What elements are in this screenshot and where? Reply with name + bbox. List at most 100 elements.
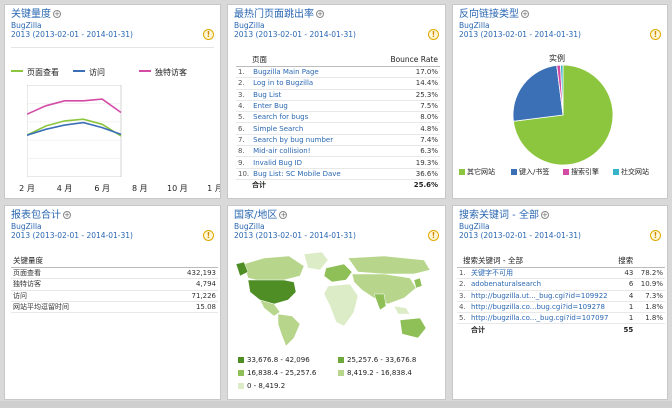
x-tick-label: 6 月 [94, 184, 111, 193]
warning-icon[interactable]: ! [203, 29, 214, 40]
table-row[interactable]: 3. http://bugzilla.ut..._bug.cgi?id=10992… [457, 290, 665, 302]
col-bounce-rate[interactable]: Bounce Rate [371, 53, 440, 67]
report-suite-label: BugZilla [11, 222, 42, 231]
keyword-link[interactable]: http://bugzilla.co...bug.cgi?id=109278 [469, 301, 614, 314]
pie-legend: 其它网站 键入/书签 搜索引擎 社交网站 [459, 167, 665, 179]
metric-label: 页面查看 [11, 267, 145, 280]
metric-label: 网站平均逗留时间 [11, 301, 145, 314]
keyword-link[interactable]: adobenaturalsearch [469, 278, 614, 291]
table-row[interactable]: 1. 关键字不可用 43 78.2% [457, 267, 665, 280]
legend-bin-1: 33,676.8 - 42,096 [238, 356, 310, 364]
warning-icon[interactable]: ! [428, 230, 439, 241]
table-row: 访问 71,226 [11, 290, 218, 302]
line-chart [27, 85, 122, 177]
add-icon[interactable]: + [540, 211, 549, 219]
col-page[interactable]: 页面 [236, 53, 372, 67]
search-percent: 1.8% [635, 301, 665, 314]
keyword-link[interactable]: http://bugzilla.co..._bug.cgi?id=107097 [469, 312, 614, 325]
warning-icon[interactable]: ! [428, 29, 439, 40]
x-tick-label: 8 月 [131, 184, 148, 193]
row-rank: 1. [457, 267, 469, 280]
date-range-label: 2013 (2013-02-01 - 2014-01-31) [11, 30, 133, 39]
table-row[interactable]: 2. Log in to Bugzilla 14.4% [236, 77, 440, 90]
warning-icon[interactable]: ! [650, 230, 661, 241]
metric-value: 71,226 [144, 290, 218, 302]
page-link[interactable]: Enter Bug [251, 100, 372, 113]
col-keyword[interactable]: 搜索关键词 - 全部 [457, 254, 614, 268]
table-row[interactable]: 4. Enter Bug 7.5% [236, 100, 440, 113]
table-row[interactable]: 10. Bug List: SC Mobile Dave 36.6% [236, 168, 440, 180]
table-row[interactable]: 8. Mid-air collision! 6.3% [236, 145, 440, 158]
keyword-link[interactable]: http://bugzilla.ut..._bug.cgi?id=109922 [469, 290, 614, 302]
add-icon[interactable]: + [53, 10, 61, 18]
search-count: 4 [613, 290, 636, 302]
col-key-metrics[interactable]: 关键量度 [11, 254, 218, 268]
total-row: 合计 25.6% [236, 179, 440, 190]
warning-icon[interactable]: ! [650, 29, 661, 40]
metric-value: 4,794 [144, 278, 218, 291]
keywords-table: 搜索关键词 - 全部 搜索 1. 关键字不可用 43 78.2% 2. adobenatu… [457, 254, 665, 335]
total-label: 合计 [252, 181, 266, 190]
page-link[interactable]: Bug List [251, 89, 372, 101]
table-row[interactable]: 5. Search for bugs 8.0% [236, 111, 440, 124]
table-row[interactable]: 5. http://bugzilla.co..._bug.cgi?id=10709… [457, 312, 665, 325]
referrer-type-widget: 反向链接类型 + BugZilla 2013 (2013-02-01 - 2014… [452, 4, 668, 199]
col-searches[interactable]: 搜索 [613, 254, 636, 268]
legend-item-social-networks: 社交网站 [613, 167, 649, 177]
total-row: 合计 55 [457, 324, 665, 335]
page-link[interactable]: Search by bug number [251, 134, 372, 147]
table-row[interactable]: 7. Search by bug number 7.4% [236, 134, 440, 147]
page-link[interactable]: Mid-air collision! [251, 145, 372, 158]
widget-header: 搜索关键词 - 全部 + BugZilla 2013 (2013-02-01 - … [459, 210, 663, 244]
report-suite-label: BugZilla [459, 21, 490, 30]
country-region-widget: 国家/地区 + BugZilla 2013 (2013-02-01 - 2014-… [227, 205, 446, 400]
page-link[interactable]: Log in to Bugzilla [251, 77, 372, 90]
warning-icon[interactable]: ! [203, 230, 214, 241]
report-suite-label: BugZilla [234, 222, 265, 231]
row-rank: 3. [457, 290, 469, 302]
totals-table: 关键量度 页面查看 432,193 独特访客 4,794 访问 71,226 网站平均逗留时… [11, 254, 218, 314]
legend-item-visits: 访问 [73, 67, 105, 78]
widget-title[interactable]: 关键量度 + [11, 9, 216, 21]
table-row[interactable]: 2. adobenaturalsearch 6 10.9% [457, 278, 665, 291]
row-rank: 9. [236, 156, 252, 169]
search-percent: 1.8% [635, 312, 665, 325]
legend-item-search-engines: 搜索引擎 [563, 167, 599, 177]
keyword-link[interactable]: 关键字不可用 [469, 267, 614, 280]
widget-title[interactable]: 反向链接类型 + [459, 9, 663, 21]
add-icon[interactable]: + [279, 211, 288, 219]
table-row[interactable]: 3. Bug List 25.3% [236, 89, 440, 101]
add-icon[interactable]: + [316, 10, 324, 18]
date-range-label: 2013 (2013-02-01 - 2014-01-31) [234, 231, 356, 240]
metric-value: 432,193 [144, 267, 218, 280]
report-suite-totals-widget: 报表包合计 + BugZilla 2013 (2013-02-01 - 2014-… [4, 205, 221, 400]
report-suite-label: BugZilla [459, 222, 490, 231]
table-row[interactable]: 9. Invalid Bug ID 19.3% [236, 156, 440, 169]
add-icon[interactable]: + [63, 211, 71, 219]
widget-title[interactable]: 国家/地区 + [234, 210, 441, 222]
page-link[interactable]: Bugzilla Main Page [251, 66, 372, 79]
page-link[interactable]: Bug List: SC Mobile Dave [251, 168, 372, 180]
widget-title[interactable]: 最热门页面跳出率 + [234, 9, 441, 21]
page-link[interactable]: Simple Search [251, 122, 372, 135]
table-row[interactable]: 6. Simple Search 4.8% [236, 122, 440, 135]
pie-chart [512, 64, 614, 166]
row-rank: 10. [236, 168, 252, 180]
page-link[interactable]: Invalid Bug ID [251, 156, 372, 169]
date-range-label: 2013 (2013-02-01 - 2014-01-31) [459, 231, 581, 240]
divider [11, 47, 214, 48]
row-rank: 1. [236, 66, 252, 79]
metric-value: 15.08 [144, 301, 218, 314]
pie-slice-1[interactable] [512, 64, 564, 122]
widget-title[interactable]: 搜索关键词 - 全部 + [459, 210, 663, 222]
table-row: 独特访客 4,794 [11, 278, 218, 291]
add-icon[interactable]: + [521, 10, 529, 18]
bounce-rate-value: 25.3% [371, 89, 440, 101]
page-link[interactable]: Search for bugs [251, 111, 372, 124]
widget-title[interactable]: 报表包合计 + [11, 210, 216, 222]
search-count: 43 [613, 267, 636, 280]
table-row[interactable]: 1. Bugzilla Main Page 17.0% [236, 66, 440, 79]
table-row[interactable]: 4. http://bugzilla.co...bug.cgi?id=109278… [457, 301, 665, 314]
table-row: 网站平均逗留时间 15.08 [11, 301, 218, 314]
key-metrics-widget: 关键量度 + BugZilla 2013 (2013-02-01 - 2014-0… [4, 4, 221, 199]
